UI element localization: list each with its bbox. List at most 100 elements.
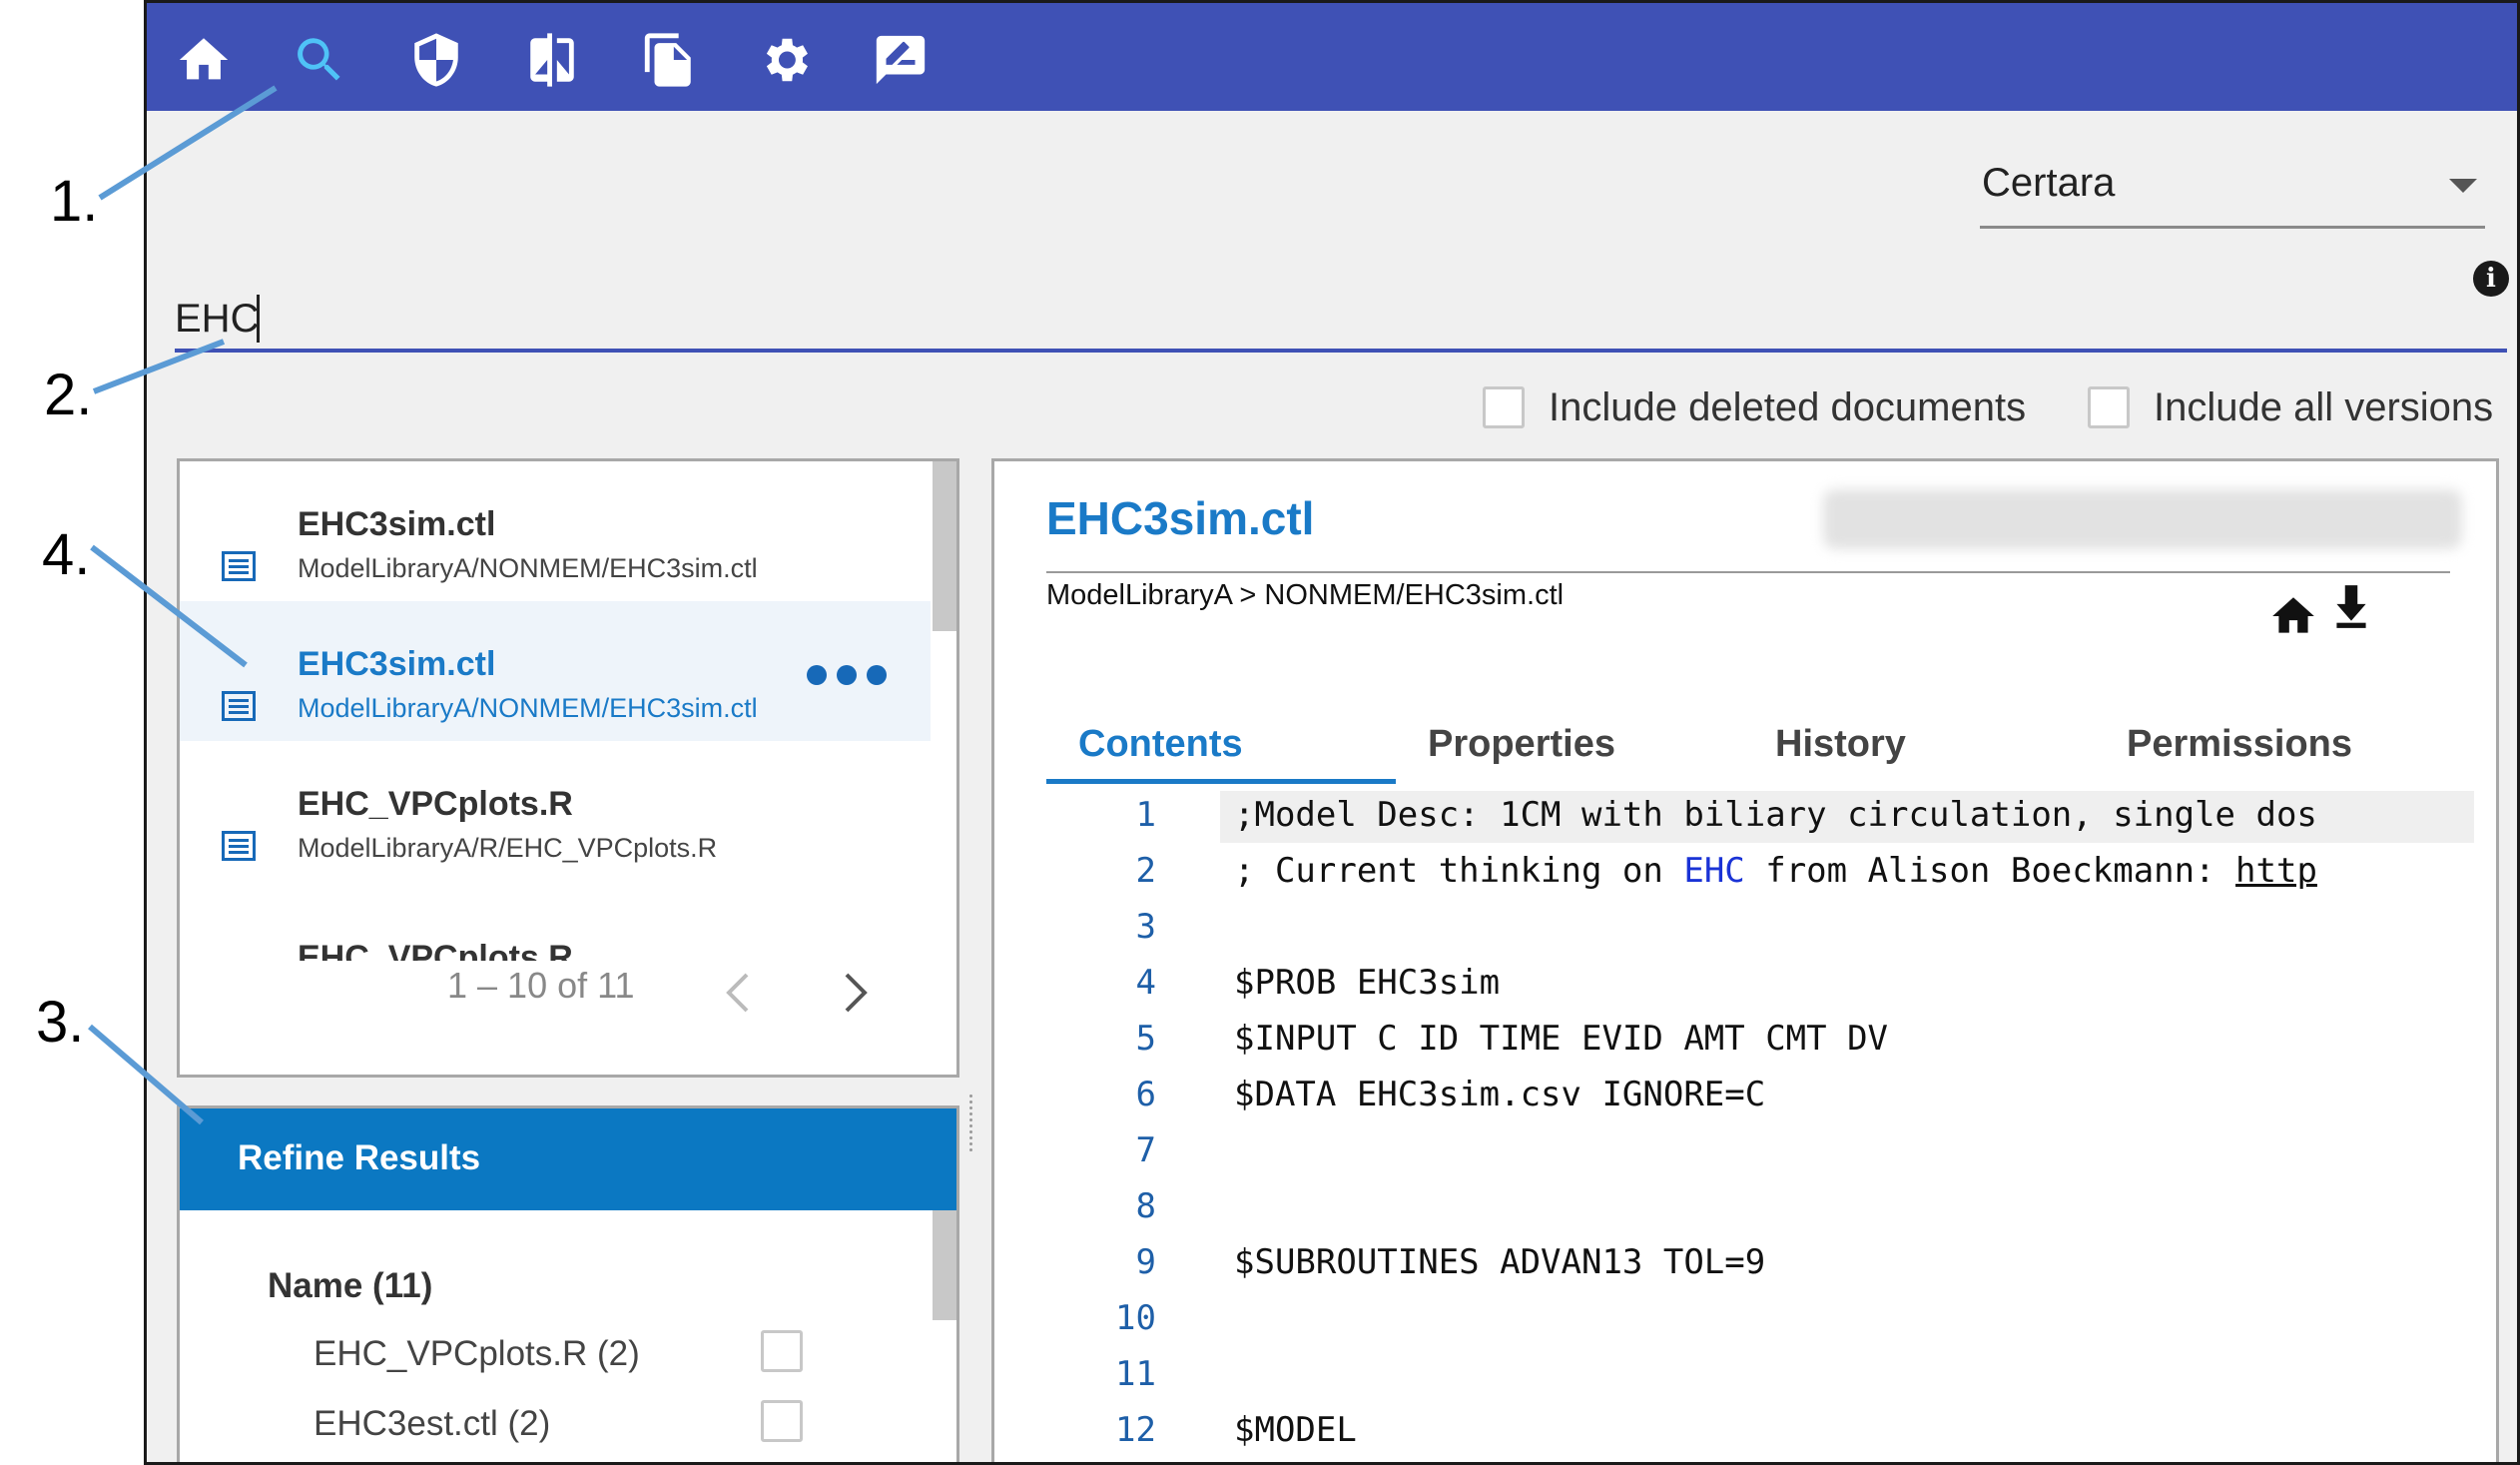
- home-icon[interactable]: [2268, 591, 2318, 641]
- code-line: 8: [1046, 1182, 2420, 1234]
- facet-option[interactable]: EHC3est.ctl (2): [314, 1400, 813, 1450]
- top-toolbar: [147, 3, 2517, 111]
- more-options-icon[interactable]: [807, 665, 887, 685]
- code-line: 2 ; Current thinking on EHC from Alison …: [1046, 847, 2420, 899]
- facet-group-title: Name (11): [268, 1266, 433, 1305]
- refine-scrollbar[interactable]: [933, 1210, 956, 1320]
- callout-1: 1.: [50, 169, 99, 234]
- active-tab-indicator: [1046, 779, 1396, 784]
- compare-icon[interactable]: [523, 31, 581, 89]
- line-number: 4: [1135, 963, 1156, 1003]
- facet-checkbox[interactable]: [761, 1330, 803, 1372]
- tab-contents[interactable]: Contents: [1078, 723, 1243, 766]
- result-item-selected[interactable]: EHC3sim.ctl ModelLibraryA/NONMEM/EHC3sim…: [180, 601, 931, 741]
- download-icon[interactable]: [2326, 581, 2376, 631]
- pagination-range: 1 – 10 of 11: [447, 965, 635, 1006]
- results-scrollbar[interactable]: [933, 461, 956, 631]
- line-text: $SUBROUTINES ADVAN13 TOL=9: [1234, 1242, 1766, 1282]
- result-name: EHC_VPCplots.R: [298, 785, 573, 823]
- facet-label: EHC_VPCplots.R (2): [314, 1334, 640, 1373]
- document-title: EHC3sim.ctl: [1046, 492, 1315, 544]
- highlighted-term: EHC: [1683, 851, 1745, 891]
- home-icon[interactable]: [175, 31, 233, 89]
- code-view[interactable]: 1 ;Model Desc: 1CM with biliary circulat…: [1046, 791, 2474, 1462]
- tab-properties[interactable]: Properties: [1428, 723, 1615, 766]
- line-number: 8: [1135, 1186, 1156, 1226]
- tab-history[interactable]: History: [1775, 723, 1906, 766]
- line-text-middle: from Alison Boeckmann:: [1744, 851, 2236, 891]
- search-input[interactable]: [175, 293, 2507, 345]
- result-path: ModelLibraryA/R/EHC_VPCplots.R: [298, 833, 718, 863]
- line-number: 7: [1135, 1130, 1156, 1170]
- include-deleted-checkbox[interactable]: [1483, 386, 1525, 428]
- code-line: 1 ;Model Desc: 1CM with biliary circulat…: [1046, 791, 2474, 843]
- refine-panel: Refine Results Name (11) EHC_VPCplots.R …: [177, 1105, 959, 1462]
- chevron-down-icon: [2449, 179, 2477, 193]
- line-text: $MODEL: [1234, 1410, 1357, 1450]
- code-line: 5 $INPUT C ID TIME EVID AMT CMT DV: [1046, 1015, 2420, 1067]
- line-text: $DATA EHC3sim.csv IGNORE=C: [1234, 1075, 1766, 1114]
- result-path: ModelLibraryA/NONMEM/EHC3sim.ctl: [298, 693, 758, 723]
- line-text: $PROB EHC3sim: [1234, 963, 1501, 1003]
- refine-results-title: Refine Results: [238, 1138, 481, 1177]
- code-line: 9 $SUBROUTINES ADVAN13 TOL=9: [1046, 1238, 2420, 1290]
- include-deleted-label: Include deleted documents: [1549, 384, 2027, 429]
- callout-2: 2.: [44, 363, 93, 427]
- search-icon[interactable]: [291, 31, 348, 89]
- result-item[interactable]: EHC_VPCplots.R ModelLibraryA/R/EHC_VPCpl…: [180, 741, 931, 881]
- breadcrumb: ModelLibraryA > NONMEM/EHC3sim.ctl: [1046, 579, 1565, 611]
- organization-value: Certara: [1982, 161, 2116, 205]
- result-name: EHC3sim.ctl: [298, 645, 496, 683]
- line-number: 9: [1135, 1242, 1156, 1282]
- app-window: Certara i Include deleted documents Incl…: [144, 0, 2520, 1465]
- code-line: 10: [1046, 1294, 2420, 1346]
- gear-icon[interactable]: [756, 31, 814, 89]
- refine-results-header[interactable]: Refine Results: [180, 1108, 956, 1210]
- next-page-icon[interactable]: [835, 969, 875, 1017]
- callout-4: 4.: [42, 522, 91, 587]
- line-text: ;Model Desc: 1CM with biliary circulatio…: [1234, 795, 2317, 835]
- previous-page-icon[interactable]: [719, 969, 759, 1017]
- code-line: 6 $DATA EHC3sim.csv IGNORE=C: [1046, 1071, 2420, 1122]
- include-versions-checkbox[interactable]: [2088, 386, 2130, 428]
- result-item-partial[interactable]: EHC_VPCplots.R: [298, 939, 597, 961]
- code-line: 12 $MODEL: [1046, 1406, 2420, 1458]
- results-panel: EHC3sim.ctl ModelLibraryA/NONMEM/EHC3sim…: [177, 458, 959, 1078]
- code-line: 11: [1046, 1350, 2420, 1402]
- organization-select[interactable]: Certara: [1980, 151, 2485, 229]
- include-deleted-option[interactable]: Include deleted documents: [1483, 382, 2026, 432]
- line-number: 2: [1135, 851, 1156, 891]
- code-line: 7: [1046, 1126, 2420, 1178]
- line-text-prefix: ; Current thinking on: [1234, 851, 1684, 891]
- document-icon: [222, 691, 256, 721]
- document-icon: [222, 831, 256, 861]
- line-number: 6: [1135, 1075, 1156, 1114]
- result-name: EHC_VPCplots.R: [298, 939, 573, 961]
- code-line: 4 $PROB EHC3sim: [1046, 959, 2420, 1011]
- shield-icon[interactable]: [407, 31, 465, 89]
- facet-checkbox[interactable]: [761, 1400, 803, 1442]
- line-text: ; Current thinking on EHC from Alison Bo…: [1234, 851, 2317, 891]
- panel-resize-handle[interactable]: [965, 1092, 979, 1181]
- document-icon: [222, 551, 256, 581]
- signature-icon[interactable]: [872, 31, 930, 89]
- divider: [1046, 571, 2450, 573]
- line-number: 3: [1135, 907, 1156, 947]
- line-number: 12: [1115, 1410, 1156, 1450]
- documents-icon[interactable]: [640, 31, 698, 89]
- tab-permissions[interactable]: Permissions: [2127, 723, 2352, 766]
- include-versions-label: Include all versions: [2154, 384, 2494, 429]
- code-line: 3: [1046, 903, 2420, 955]
- line-text: $INPUT C ID TIME EVID AMT CMT DV: [1234, 1019, 1889, 1059]
- facet-option[interactable]: EHC_VPCplots.R (2): [314, 1330, 813, 1380]
- line-number: 11: [1115, 1354, 1156, 1394]
- result-path: ModelLibraryA/NONMEM/EHC3sim.ctl: [298, 553, 758, 583]
- redacted-date: [1823, 489, 2462, 549]
- line-number: 5: [1135, 1019, 1156, 1059]
- include-versions-option[interactable]: Include all versions: [2088, 382, 2493, 432]
- text-cursor: [257, 295, 260, 343]
- search-field[interactable]: [175, 285, 2507, 353]
- url-link[interactable]: http: [2235, 851, 2317, 891]
- callout-3: 3.: [36, 990, 85, 1055]
- result-item[interactable]: EHC3sim.ctl ModelLibraryA/NONMEM/EHC3sim…: [180, 461, 931, 601]
